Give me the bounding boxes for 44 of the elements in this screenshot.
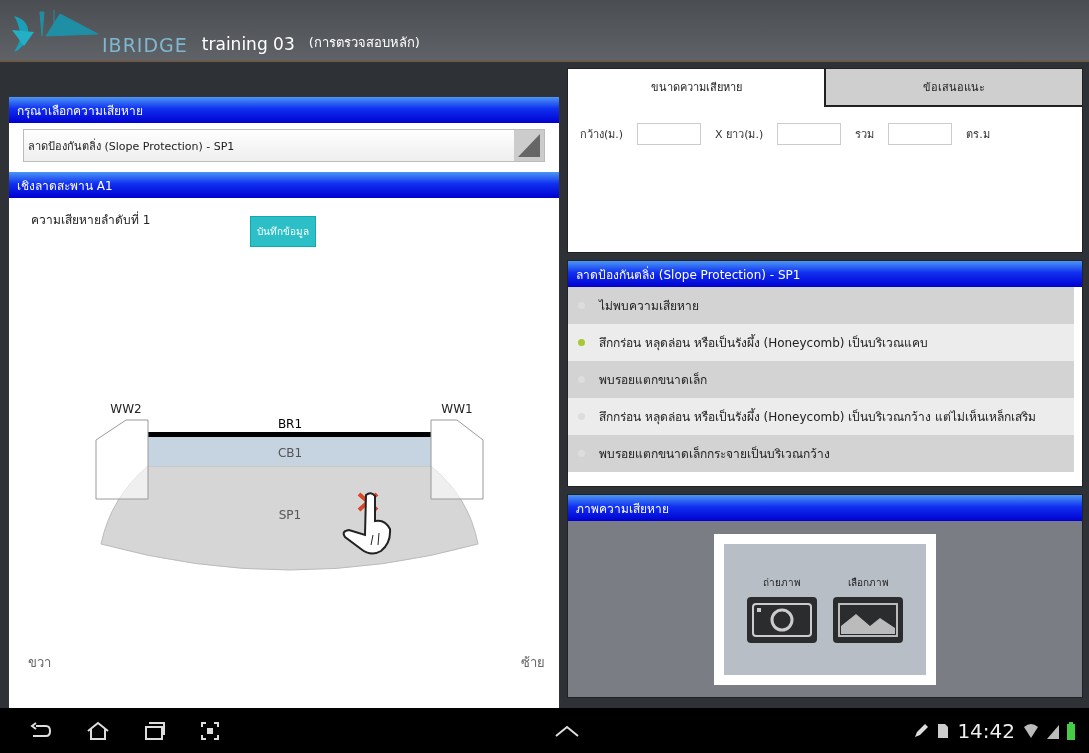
inspection-mode: (การตรวจสอบหลัก) [308,34,420,52]
panel-header: ลาดป้องกันตลิ่ง (Slope Protection) - SP1 [568,261,1082,287]
damage-dropdown[interactable]: ลาดป้องกันตลิ่ง (Slope Protection) - SP1 [23,129,545,162]
clock: 14:42 [957,718,1015,743]
part-label: SP1 [278,508,302,522]
home-icon[interactable] [86,720,110,741]
chevron-up-icon[interactable] [553,723,580,738]
panel-header: เชิงลาดสะพาน A1 [9,172,559,198]
input-field[interactable] [888,123,953,145]
part-label: WW2 [110,402,142,416]
unit-label: ตร.ม [966,127,990,143]
unit-label: X ยาว(ม.) [715,127,764,143]
recent-apps-icon[interactable] [144,720,166,741]
damage-option[interactable]: สึกกร่อน หลุดล่อน หรือเป็นรังผึ้ง (Honeycomb) เป็นบริเวณแคบ [568,324,1074,361]
panel-header: ภาพความเสียหาย [568,495,1082,521]
damage-number: ความเสียหายลำดับที่ 1 [31,210,151,229]
part-label: WW1 [441,402,473,416]
input-field[interactable] [777,123,842,145]
sd-card-icon [937,722,950,739]
image-icon [832,595,904,644]
wifi-icon [1023,721,1039,740]
panel-header: กรุณาเลือกความเสียหาย [9,97,559,123]
unit-label: กว้าง(ม.) [580,127,624,143]
photo-button-label: เลือกภาพ [847,575,889,590]
input-field[interactable] [637,123,702,145]
app-logo: IBRIDGE [102,34,188,56]
damage-option[interactable]: พบรอยแตกขนาดเล็กกระจายเป็นบริเวณกว้าง [568,435,1074,472]
part-label: BR1 [277,417,303,431]
screenshot-icon[interactable] [200,720,220,741]
tab[interactable]: ข้อเสนอแนะ [824,69,1082,107]
project-name: training 03 [201,34,295,56]
pointer-hand-icon [342,492,392,555]
pencil-icon [913,722,930,739]
unit-label: รวม [855,127,875,143]
damage-option[interactable]: สึกกร่อน หลุดล่อน หรือเป็นรังผึ้ง (Honeycomb) เป็นบริเวณกว้าง แต่ไม่เห็นเหล็กเสริม [568,398,1074,435]
damage-option[interactable]: พบรอยแตกขนาดเล็ก [568,361,1074,398]
back-icon[interactable] [30,721,52,740]
part-label: CB1 [277,446,303,460]
battery-icon [1067,721,1075,740]
damage-option[interactable]: ไม่พบความเสียหาย [568,287,1074,324]
camera-icon [746,595,818,644]
right-side-label: ขวา [28,655,51,670]
photo-button-label: ถ่ายภาพ [763,575,801,590]
left-side-label: ซ้าย [521,655,545,670]
